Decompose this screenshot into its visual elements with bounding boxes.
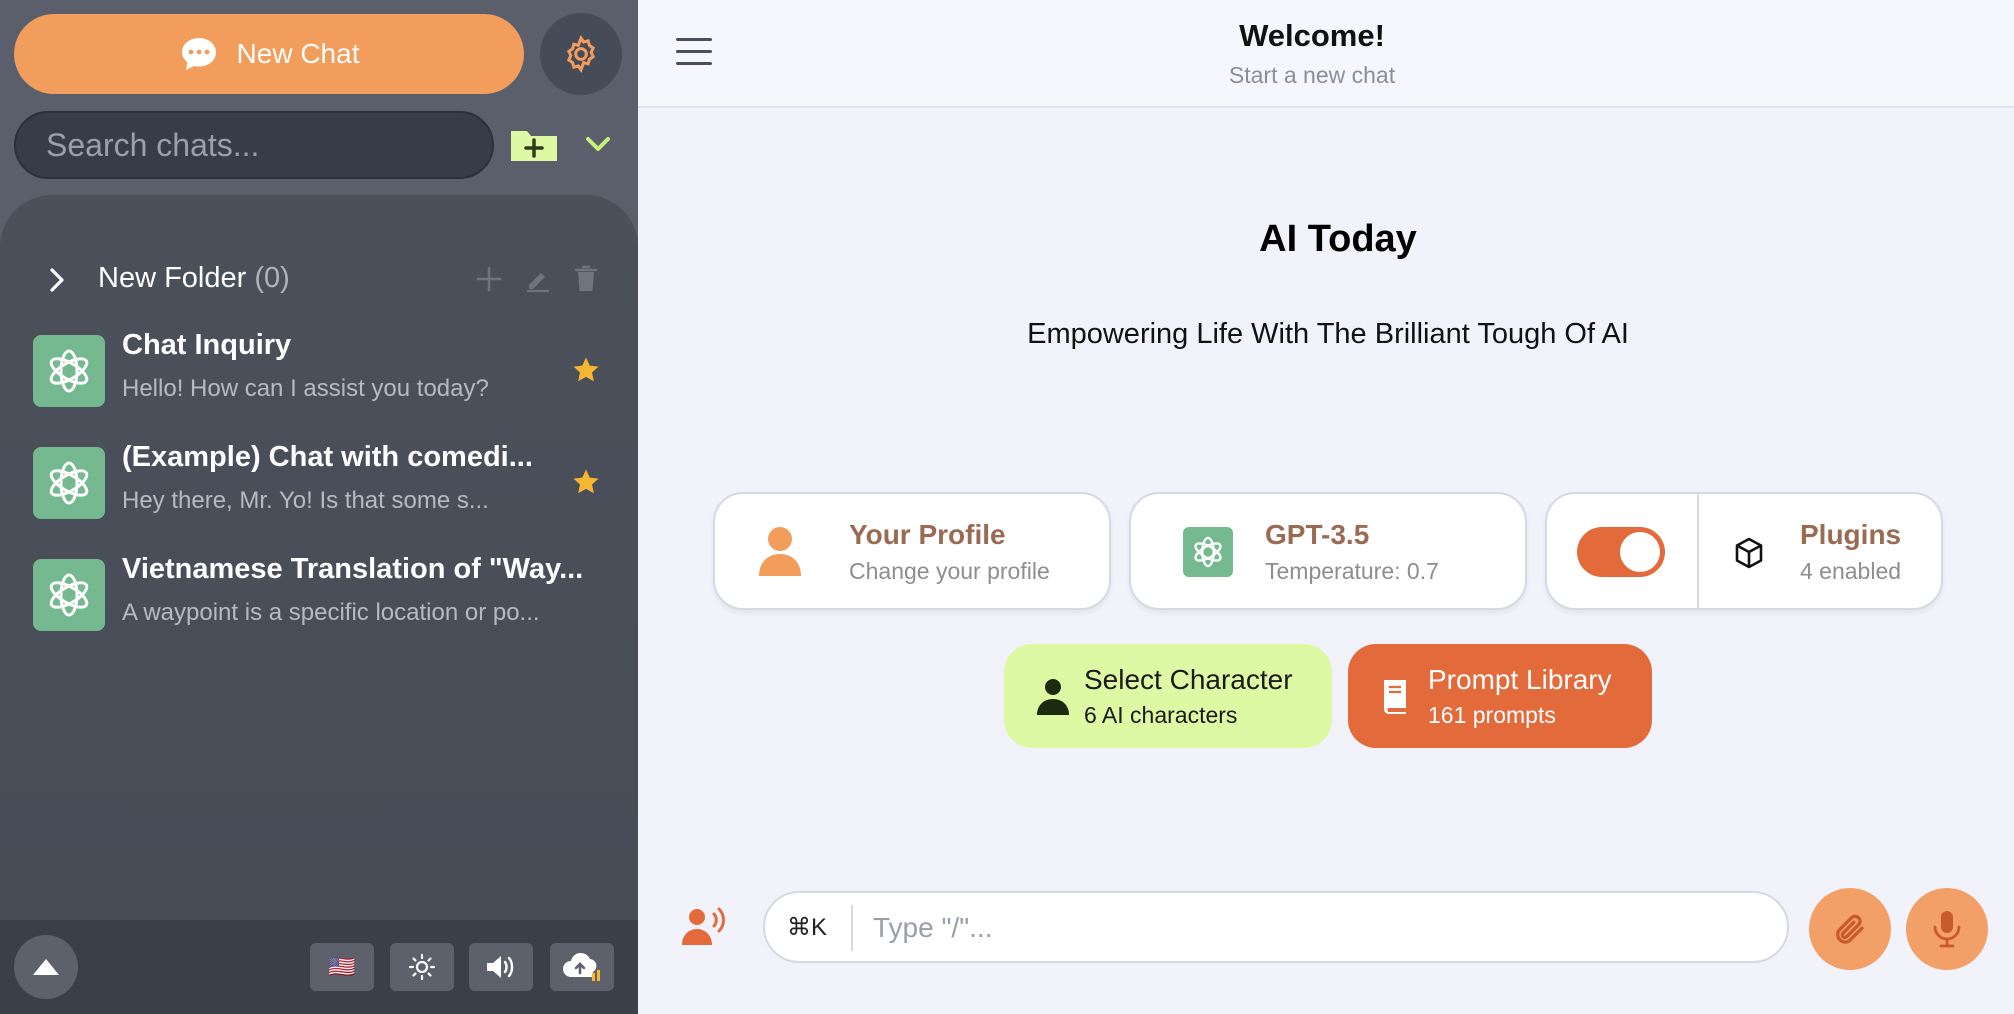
chat-item[interactable]: (Example) Chat with comedi... Hey there,… [33,437,623,537]
voice-chat-icon[interactable] [681,906,729,946]
search-input[interactable] [14,111,494,179]
user-icon [759,527,801,576]
sun-icon [408,953,436,981]
settings-button[interactable] [540,13,622,95]
person-icon [1037,679,1069,715]
openai-logo-icon [49,573,89,617]
chat-list-panel: New Folder (0) Chat Inquiry Hello! How c… [0,195,638,920]
top-bar: Welcome! Start a new chat [638,0,2014,108]
shortcut-hint: ⌘K [787,914,828,941]
openai-avatar [33,559,105,631]
attach-button[interactable] [1809,888,1891,970]
openai-logo-icon [1194,536,1222,568]
folder-count: (0) [254,262,290,294]
prompt-library-title: Prompt Library [1428,664,1612,695]
plugins-card: Plugins 4 enabled [1545,492,1943,610]
language-button[interactable]: 🇺🇸 [310,943,374,991]
select-character-button[interactable]: Select Character 6 AI characters [1004,644,1332,748]
sidebar-footer: 🇺🇸 [0,920,638,1014]
pencil-icon[interactable] [523,264,553,294]
chat-item[interactable]: Vietnamese Translation of "Way... A wayp… [33,549,623,649]
theme-toggle-button[interactable] [390,943,454,991]
chat-preview: Hello! How can I assist you today? [122,375,489,402]
prompt-library-subtitle: 161 prompts [1428,702,1556,728]
sound-toggle-button[interactable] [469,943,533,991]
cloud-sync-button[interactable] [550,943,614,991]
message-composer: ⌘K [763,891,1789,963]
model-card-subtitle: Temperature: 0.7 [1265,558,1439,584]
model-card-title: GPT-3.5 [1265,519,1370,550]
plugins-card-title[interactable]: Plugins [1800,519,1901,551]
plugins-card-subtitle: 4 enabled [1800,558,1902,584]
openai-avatar [33,335,105,407]
chat-title: (Example) Chat with comedi... [122,441,533,473]
select-character-subtitle: 6 AI characters [1084,702,1238,728]
composer-divider [851,905,853,951]
new-chat-button[interactable]: New Chat [14,14,524,94]
book-icon [1384,680,1406,714]
card-divider [1697,494,1699,608]
chat-preview: Hey there, Mr. Yo! Is that some s... [122,487,489,514]
profile-card[interactable]: Your Profile Change your profile [713,492,1111,610]
prompt-library-button[interactable]: Prompt Library 161 prompts [1348,644,1652,748]
folder-row[interactable]: New Folder (0) [0,250,638,310]
profile-card-subtitle: Change your profile [849,558,1050,584]
profile-card-title: Your Profile [849,519,1006,550]
paperclip-icon [1836,914,1864,944]
page-subtitle: Start a new chat [1228,62,1396,88]
new-chat-label: New Chat [236,38,360,69]
chevron-down-icon[interactable] [584,132,612,156]
gear-icon [566,34,596,74]
plugins-toggle[interactable] [1577,527,1665,577]
triangle-up-icon [33,959,59,975]
plus-icon[interactable] [474,264,504,294]
sidebar: New Chat New Folder (0) [0,0,638,1014]
chat-title: Vietnamese Translation of "Way... [122,553,584,585]
hero-subtitle: Empowering Life With The Brilliant Tough… [1027,318,1629,350]
cube-icon [1735,537,1763,569]
chat-title: Chat Inquiry [122,329,292,361]
trash-icon[interactable] [571,264,601,294]
us-flag-icon: 🇺🇸 [328,954,356,979]
new-folder-icon[interactable] [509,127,559,163]
model-card[interactable]: GPT-3.5 Temperature: 0.7 [1129,492,1527,610]
openai-avatar [1183,527,1233,577]
star-icon[interactable] [571,355,601,385]
openai-avatar [33,447,105,519]
folder-name: New Folder (0) [98,262,290,295]
page-title: Welcome! [1239,18,1385,53]
hero-title: AI Today [1259,218,1417,260]
cloud-upload-icon [563,952,600,981]
microphone-icon [1933,911,1961,948]
speaker-icon [487,956,514,978]
folder-name-text: New Folder [98,262,247,294]
chat-bubble-icon [181,38,216,70]
collapse-button[interactable] [14,935,78,999]
chat-preview: A waypoint is a specific location or po.… [122,599,540,626]
microphone-button[interactable] [1906,888,1988,970]
chevron-right-icon[interactable] [46,266,68,294]
chat-item[interactable]: Chat Inquiry Hello! How can I assist you… [33,325,623,425]
openai-logo-icon [49,461,89,505]
star-icon[interactable] [571,467,601,497]
openai-logo-icon [49,349,89,393]
message-input[interactable] [873,899,1763,957]
select-character-title: Select Character [1084,664,1293,695]
